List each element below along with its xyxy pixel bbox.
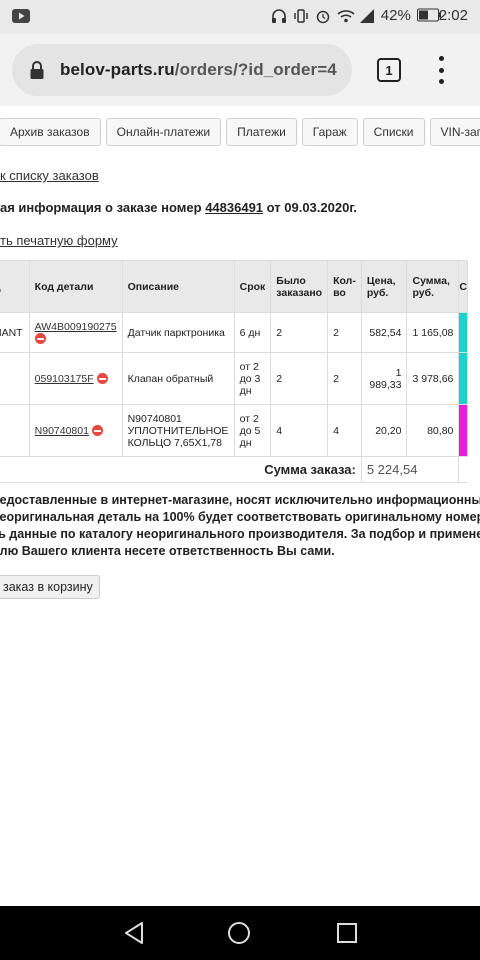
back-to-orders-link[interactable]: к списку заказов [0,168,99,183]
order-heading: ая информация о заказе номер 44836491 от… [0,200,357,215]
total-label: Сумма заказа: [0,456,362,483]
cell-description: Датчик парктроника [121,312,235,353]
part-code-link[interactable]: N90740801 [35,425,89,437]
status-bar: 42% 2:02 [0,0,480,34]
cell-code: N90740801 [28,404,123,457]
disclaimer-line: илю Вашего клиента несете ответственност… [0,544,335,558]
alarm-icon [315,8,331,24]
table-header-row: д Код детали Описание Срок Было заказано… [0,260,468,313]
url-path: /orders/?id_order=4 [174,60,337,79]
print-form-link[interactable]: ть печатную форму [0,233,118,248]
address-bar[interactable]: belov-parts.ru/orders/?id_order=4 [12,44,352,96]
cell-qty: 2 [327,312,362,353]
cell-sum: 1 165,08 [406,312,460,353]
headphones-icon [271,8,287,24]
recent-apps-icon[interactable] [337,923,357,943]
cell-brand [0,352,30,405]
cell-ordered: 2 [270,352,329,405]
remove-icon[interactable] [91,425,103,437]
remove-icon[interactable] [34,333,46,345]
cell-qty: 4 [327,404,362,457]
col-code-header: Код детали [28,260,123,313]
signal-icon [359,8,375,24]
cell-code: 059103175F [28,352,123,405]
col-status-header: С [458,260,468,313]
col-qty-header: Кол-во [327,260,362,313]
status-badge [458,352,468,405]
cell-term: 6 дн [233,312,272,353]
cell-code: AW4B009190275 [28,312,123,353]
disclaimer-line: неоригинальная деталь на 100% будет соот… [0,510,480,524]
total-row: Сумма заказа: 5 224,54 [0,456,468,483]
part-code-link[interactable]: 059103175F [35,373,94,385]
wifi-icon [337,8,355,24]
nav-vin-requests[interactable]: VIN-запросы [429,118,480,146]
col-ordered-header: Было заказано [270,260,329,313]
remove-icon[interactable] [96,373,108,385]
nav-online-payments[interactable]: Онлайн-платежи [105,118,222,146]
clock: 2:02 [438,7,468,24]
url-text: belov-parts.ru/orders/?id_order=4 [60,60,337,80]
vibrate-icon [293,8,309,24]
col-brand-header: д [0,260,30,313]
status-badge [458,404,468,457]
heading-prefix: ая информация о заказе номер [0,200,202,215]
cell-price: 20,20 [360,404,408,457]
cell-price: 582,54 [360,312,408,353]
disclaimer-line: редоставленные в интернет-магазине, нося… [0,493,480,507]
order-items-table: д Код детали Описание Срок Было заказано… [0,260,468,483]
back-icon[interactable] [124,922,144,949]
add-order-to-cart-button[interactable]: заказ в корзину [0,575,100,599]
total-value: 5 224,54 [360,456,459,483]
status-badge [458,312,468,353]
table-row: N90740801 N90740801 УПЛОТНИТЕЛЬНОЕ КОЛЬЦ… [0,404,468,457]
col-sum-header: Сумма, руб. [406,260,460,313]
cell-ordered: 4 [270,404,329,457]
table-row: 059103175F Клапан обратный от 2 до 3 дн … [0,352,468,405]
total-status-cell [458,456,468,483]
lock-icon [30,61,44,79]
part-code-link[interactable]: AW4B009190275 [35,321,117,333]
battery-icon [416,8,441,24]
youtube-notification-icon [12,9,30,26]
cell-sum: 3 978,66 [406,352,460,405]
cell-ordered: 2 [270,312,329,353]
col-description-header: Описание [121,260,235,313]
heading-suffix: от 09.03.2020г. [266,200,358,215]
cell-qty: 2 [327,352,362,405]
nav-lists[interactable]: Списки [362,118,425,146]
cell-description: N90740801 УПЛОТНИТЕЛЬНОЕ КОЛЬЦО 7,65X1,7… [121,404,235,457]
col-price-header: Цена, руб. [360,260,408,313]
disclaimer-text: редоставленные в интернет-магазине, нося… [0,492,480,560]
cell-term: от 2 до 5 дн [233,404,272,457]
nav-payments[interactable]: Платежи [226,118,297,146]
nav-garage[interactable]: Гараж [301,118,358,146]
cell-price: 1 989,33 [360,352,408,405]
cell-term: от 2 до 3 дн [233,352,272,405]
browser-toolbar: belov-parts.ru/orders/?id_order=4 1 [0,34,480,106]
page-content: Архив заказов Онлайн-платежи Платежи Гар… [0,106,480,906]
order-number-link[interactable]: 44836491 [205,200,263,215]
system-nav-bar [0,906,480,960]
account-nav: Архив заказов Онлайн-платежи Платежи Гар… [0,118,480,146]
cell-sum: 80,80 [406,404,460,457]
battery-percent: 42% [380,7,411,24]
url-host: belov-parts.ru [60,60,175,79]
tab-switcher-button[interactable]: 1 [377,58,401,82]
col-term-header: Срок [233,260,272,313]
nav-archive-orders[interactable]: Архив заказов [0,118,101,146]
home-icon[interactable] [228,922,250,944]
cell-brand [0,404,30,457]
cell-description: Клапан обратный [121,352,235,405]
table-row: NANT AW4B009190275 Датчик парктроника 6 … [0,312,468,353]
overflow-menu-button[interactable] [437,56,445,84]
disclaimer-line: ть данные по каталогу неоригинального пр… [0,527,480,541]
cell-brand: NANT [0,312,30,353]
